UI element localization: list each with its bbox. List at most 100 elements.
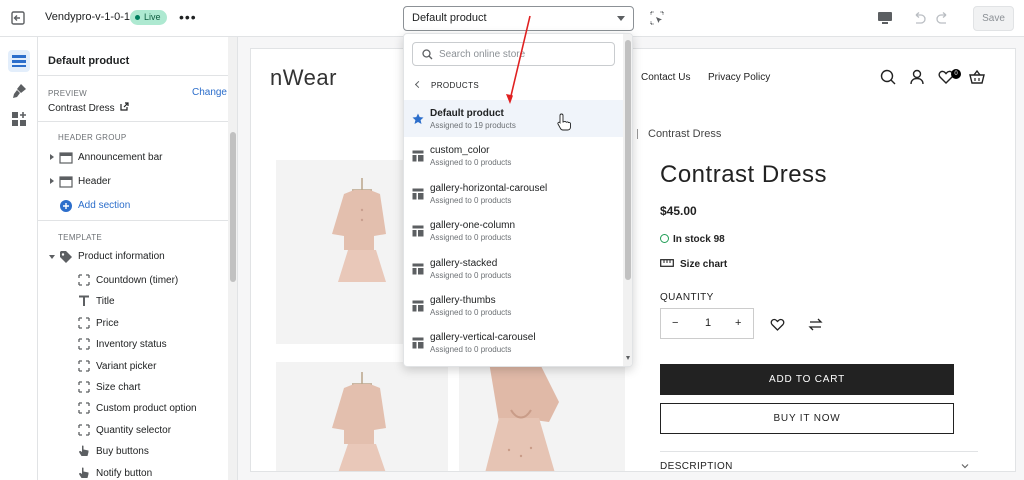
add-section-button[interactable]: Add section — [38, 196, 228, 216]
buy-it-now-button[interactable]: BUY IT NOW — [660, 403, 954, 434]
header-group-label: HEADER GROUP — [58, 133, 127, 142]
description-toggle[interactable]: DESCRIPTION — [660, 461, 733, 471]
block-item[interactable]: Custom product option — [38, 398, 228, 418]
add-section-label: Add section — [78, 200, 131, 211]
template-layout-icon — [412, 150, 424, 162]
template-option-assigned: Assigned to 0 products — [430, 195, 512, 205]
section-label: Header — [78, 176, 111, 187]
block-item[interactable]: Countdown (timer) — [38, 270, 228, 290]
compare-arrows-icon — [808, 318, 823, 331]
template-option[interactable]: gallery-stacked Assigned to 0 products — [404, 250, 624, 287]
template-select[interactable]: Default product — [403, 6, 634, 31]
check-circle-icon — [660, 234, 669, 243]
account-icon[interactable] — [909, 69, 925, 85]
scroll-down-arrow-icon[interactable] — [626, 356, 630, 360]
quantity-input[interactable]: 1 — [705, 317, 711, 329]
sidebar-scrollbar[interactable] — [228, 37, 237, 480]
template-option-name: gallery-horizontal-carousel — [430, 182, 548, 194]
editor-rail — [0, 37, 38, 480]
dashed-square-icon — [78, 359, 90, 372]
divider — [38, 75, 228, 76]
block-item[interactable]: Variant picker — [38, 356, 228, 376]
section-icon — [59, 152, 73, 164]
size-chart-link[interactable]: Size chart — [660, 259, 727, 270]
product-image[interactable] — [276, 362, 448, 471]
template-option-assigned: Assigned to 0 products — [430, 158, 512, 168]
sections-tab[interactable] — [8, 50, 30, 72]
search-placeholder: Search online store — [439, 49, 526, 60]
search-icon[interactable] — [880, 69, 896, 85]
block-item[interactable]: Buy buttons — [38, 441, 228, 461]
template-search-input[interactable]: Search online store — [412, 42, 615, 66]
block-item[interactable]: Title — [38, 291, 228, 311]
nav-contact-us[interactable]: Contact Us — [641, 72, 690, 83]
inspector-icon[interactable] — [650, 11, 664, 25]
block-label: Buy buttons — [96, 446, 149, 458]
scroll-thumb[interactable] — [625, 40, 631, 280]
section-announcement-bar[interactable]: Announcement bar — [38, 148, 228, 168]
dashed-square-icon — [78, 381, 90, 393]
product-image[interactable] — [459, 362, 625, 471]
save-button[interactable]: Save — [973, 6, 1014, 31]
block-item[interactable]: Notify button — [38, 463, 228, 480]
redo-icon[interactable] — [936, 12, 950, 24]
desktop-view-icon[interactable] — [877, 11, 893, 25]
template-option[interactable]: gallery-vertical-carousel Assigned to 0 p… — [404, 324, 624, 361]
back-to-products-button[interactable]: PRODUCTS — [414, 80, 479, 90]
block-label: Title — [96, 296, 115, 308]
compare-button[interactable] — [799, 308, 830, 339]
section-product-information[interactable]: Product information — [38, 247, 228, 267]
chevron-down-icon[interactable] — [961, 462, 969, 470]
star-icon — [412, 113, 424, 125]
theme-settings-tab[interactable] — [8, 80, 30, 102]
section-header[interactable]: Header — [38, 172, 228, 192]
template-option[interactable]: gallery-thumbs Assigned to 0 products — [404, 287, 624, 324]
block-item[interactable]: Quantity selector — [38, 420, 228, 440]
divider — [38, 121, 228, 122]
more-actions-button[interactable]: ••• — [179, 9, 197, 25]
template-option-assigned: Assigned to 0 products — [430, 308, 512, 317]
template-select-value: Default product — [412, 12, 487, 24]
exit-icon[interactable] — [10, 10, 26, 26]
expand-arrow-icon[interactable] — [50, 178, 54, 184]
editor-topbar: Vendypro-v-1-0-1 Live ••• Default produc… — [0, 0, 1024, 37]
dropdown-scrollbar[interactable] — [623, 34, 632, 366]
template-option[interactable]: Default product Assigned to 19 products — [404, 100, 624, 137]
store-logo[interactable]: nWear — [270, 65, 337, 91]
add-to-wishlist-button[interactable] — [761, 308, 792, 339]
inventory-status: In stock 98 — [660, 233, 725, 245]
dashed-square-icon — [78, 274, 90, 286]
dashed-square-icon — [78, 402, 90, 415]
preview-label: PREVIEW — [48, 89, 87, 98]
block-label: Size chart — [96, 382, 141, 393]
template-option[interactable]: custom_color Assigned to 0 products — [404, 137, 624, 174]
template-option[interactable]: gallery-horizontal-carousel Assigned to 0… — [404, 175, 624, 212]
template-option-assigned: Assigned to 0 products — [430, 345, 512, 355]
theme-name: Vendypro-v-1-0-1 — [45, 11, 130, 23]
block-item[interactable]: Price — [38, 313, 228, 333]
preview-product-name: Contrast Dress — [48, 103, 115, 114]
quantity-increase-button[interactable]: + — [735, 317, 741, 329]
block-item[interactable]: Inventory status — [38, 334, 228, 354]
template-layout-icon — [412, 188, 424, 200]
expand-arrow-icon[interactable] — [50, 154, 54, 160]
undo-icon[interactable] — [912, 12, 926, 24]
template-label: TEMPLATE — [58, 233, 103, 242]
preview-product[interactable]: Contrast Dress — [48, 102, 130, 114]
collapse-arrow-icon[interactable] — [49, 255, 55, 259]
product-title: Contrast Dress — [660, 161, 828, 188]
block-label: Variant picker — [96, 360, 157, 372]
template-option[interactable]: gallery-one-column Assigned to 0 products — [404, 212, 624, 249]
add-to-cart-button[interactable]: ADD TO CART — [660, 364, 954, 395]
hand-pointer-icon — [78, 445, 90, 457]
template-option-name: Default product — [430, 108, 504, 119]
nav-privacy-policy[interactable]: Privacy Policy — [708, 72, 770, 83]
scroll-thumb[interactable] — [230, 132, 236, 282]
quantity-decrease-button[interactable]: − — [672, 317, 678, 329]
apps-tab[interactable] — [8, 108, 30, 130]
block-item[interactable]: Size chart — [38, 377, 228, 397]
block-label: Price — [96, 317, 119, 329]
cart-basket-icon[interactable] — [969, 69, 985, 85]
change-preview-link[interactable]: Change — [192, 87, 227, 98]
dress-image — [332, 372, 386, 471]
